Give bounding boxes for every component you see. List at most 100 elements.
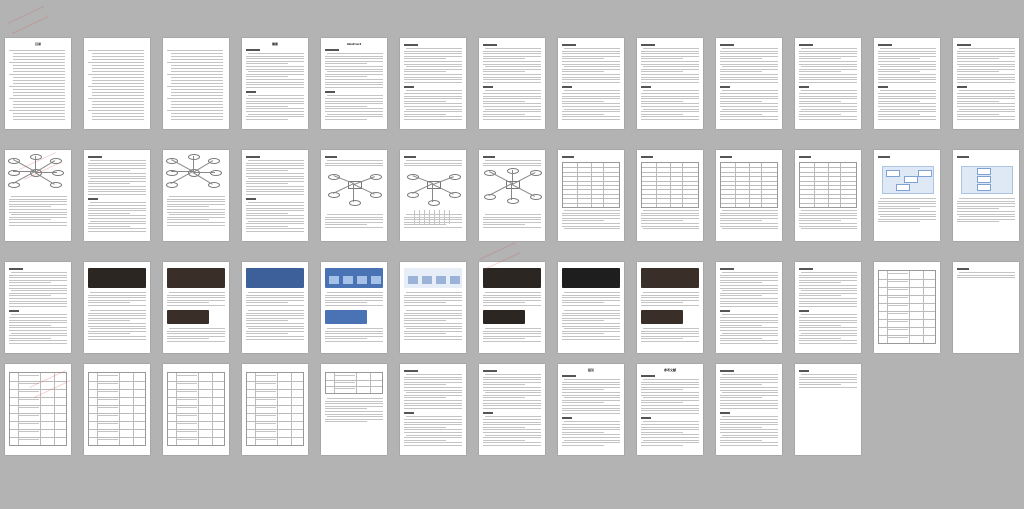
text-line	[88, 175, 146, 177]
document-page-thumbnail[interactable]	[163, 38, 229, 129]
document-page-thumbnail[interactable]	[163, 150, 229, 241]
text-line	[483, 221, 541, 223]
text-line	[720, 116, 778, 118]
text-line	[325, 98, 383, 99]
document-page-thumbnail[interactable]	[479, 150, 545, 241]
document-page-thumbnail[interactable]	[479, 262, 545, 353]
screenshot-figure	[167, 310, 209, 324]
text-line	[878, 58, 920, 60]
cell-text	[888, 321, 908, 322]
text-line	[799, 305, 857, 307]
text-line	[564, 379, 620, 380]
text-line	[485, 160, 541, 161]
document-page-thumbnail[interactable]	[558, 38, 624, 129]
document-page-thumbnail[interactable]	[716, 38, 782, 129]
text-line	[325, 76, 367, 78]
toc-entry	[171, 89, 223, 90]
text-line	[248, 178, 304, 180]
text-line	[485, 328, 541, 329]
document-page-thumbnail[interactable]	[479, 364, 545, 455]
text-line	[641, 389, 683, 391]
text-line	[88, 333, 130, 335]
relation-link	[432, 184, 454, 195]
document-page-thumbnail[interactable]	[795, 262, 861, 353]
table-col-line	[923, 271, 924, 343]
section-heading	[641, 375, 655, 377]
text-line	[562, 389, 604, 391]
text-line	[9, 224, 67, 226]
document-page-thumbnail[interactable]	[163, 262, 229, 353]
document-page-thumbnail[interactable]	[874, 38, 940, 129]
document-page-thumbnail[interactable]	[558, 262, 624, 353]
document-page-thumbnail[interactable]	[84, 38, 150, 129]
text-line	[720, 58, 762, 60]
document-page-thumbnail[interactable]	[5, 262, 71, 353]
document-page-thumbnail[interactable]	[400, 38, 466, 129]
document-page-thumbnail[interactable]	[795, 38, 861, 129]
document-page-thumbnail[interactable]	[5, 150, 71, 241]
document-page-thumbnail[interactable]	[953, 38, 1019, 129]
text-line	[562, 410, 620, 412]
document-page-thumbnail[interactable]	[242, 364, 308, 455]
document-page-thumbnail[interactable]: 目录	[5, 38, 71, 129]
document-page-thumbnail[interactable]	[637, 38, 703, 129]
document-page-thumbnail[interactable]	[479, 38, 545, 129]
text-line	[799, 324, 841, 326]
data-table	[641, 162, 699, 208]
document-page-thumbnail[interactable]	[163, 364, 229, 455]
section-heading	[641, 156, 653, 158]
section-heading	[483, 370, 497, 372]
text-line	[959, 198, 1015, 199]
document-page-thumbnail[interactable]	[795, 364, 861, 455]
text-line	[404, 98, 462, 100]
document-page-thumbnail[interactable]	[637, 262, 703, 353]
document-page-thumbnail[interactable]	[242, 262, 308, 353]
text-line	[801, 314, 857, 316]
text-line	[562, 106, 620, 107]
section-heading	[483, 412, 493, 415]
document-page-thumbnail[interactable]	[84, 364, 150, 455]
text-line	[801, 90, 857, 92]
text-line	[562, 100, 604, 102]
document-page-thumbnail[interactable]: Abstract	[321, 38, 387, 129]
document-page-thumbnail[interactable]	[321, 150, 387, 241]
document-page-thumbnail[interactable]	[84, 150, 150, 241]
text-line	[483, 95, 541, 97]
cell-text	[98, 391, 118, 392]
document-page-thumbnail[interactable]	[716, 262, 782, 353]
text-line	[641, 100, 683, 102]
document-page-thumbnail[interactable]	[84, 262, 150, 353]
text-line	[720, 98, 778, 100]
document-page-thumbnail[interactable]	[716, 364, 782, 455]
text-line	[641, 305, 699, 306]
document-page-thumbnail[interactable]: 摘要	[242, 38, 308, 129]
text-line	[88, 165, 146, 167]
text-line	[404, 79, 462, 81]
text-line	[641, 299, 699, 301]
document-page-thumbnail[interactable]	[953, 150, 1019, 241]
document-page-thumbnail[interactable]	[637, 150, 703, 241]
document-page-thumbnail[interactable]	[953, 262, 1019, 353]
table-col-line	[749, 163, 750, 207]
document-page-thumbnail[interactable]	[400, 364, 466, 455]
document-page-thumbnail[interactable]	[400, 262, 466, 353]
text-line	[801, 48, 857, 49]
document-page-thumbnail[interactable]	[874, 262, 940, 353]
document-page-thumbnail[interactable]	[5, 364, 71, 455]
text-line	[722, 210, 778, 211]
document-page-thumbnail[interactable]: 参考文献	[637, 364, 703, 455]
document-page-thumbnail[interactable]	[321, 364, 387, 455]
document-page-thumbnail[interactable]	[321, 262, 387, 353]
document-page-thumbnail[interactable]	[716, 150, 782, 241]
document-page-thumbnail[interactable]	[795, 150, 861, 241]
text-line	[485, 374, 541, 375]
table-col-line	[40, 373, 41, 445]
document-page-thumbnail[interactable]	[874, 150, 940, 241]
document-page-thumbnail[interactable]: 结论	[558, 364, 624, 455]
cell-text	[888, 313, 908, 314]
text-line	[641, 394, 699, 396]
document-page-thumbnail[interactable]	[400, 150, 466, 241]
document-page-thumbnail[interactable]	[558, 150, 624, 241]
text-line	[720, 220, 762, 222]
document-page-thumbnail[interactable]	[242, 150, 308, 241]
